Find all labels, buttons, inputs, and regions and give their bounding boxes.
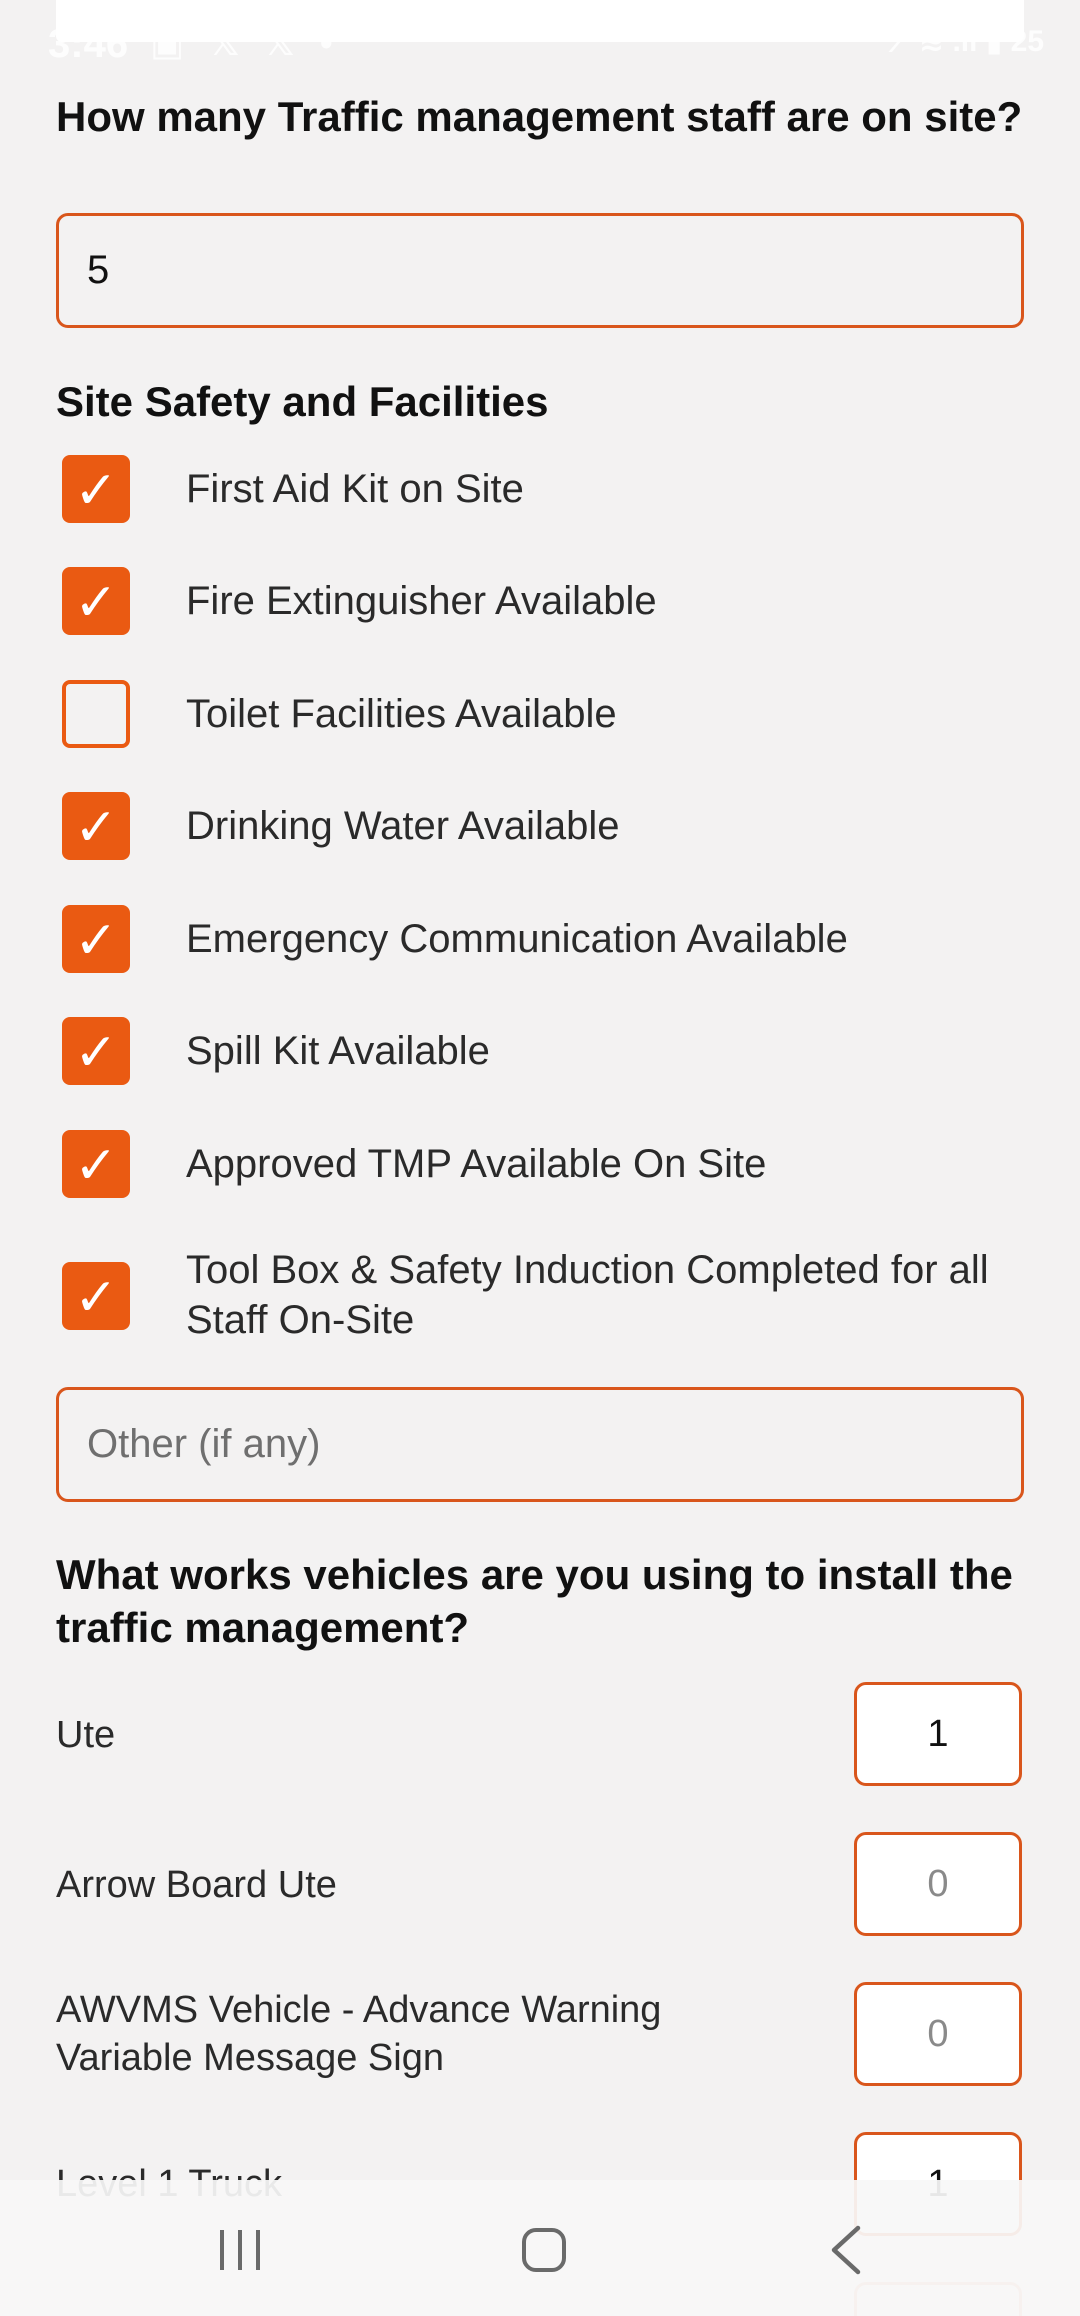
section-title: Site Safety and Facilities: [56, 378, 549, 425]
checkbox-checked[interactable]: ✓: [62, 792, 130, 860]
checklist-item-fire-extinguisher[interactable]: ✓ Fire Extinguisher Available: [56, 561, 1024, 641]
notification-icons: ▣ 𝕏 𝕏 •: [150, 22, 341, 63]
back-button[interactable]: [806, 2210, 886, 2290]
recent-apps-icon: [220, 2230, 260, 2270]
check-mark-icon: ✓: [74, 462, 118, 520]
checklist-label: Tool Box & Safety Induction Completed fo…: [186, 1248, 989, 1342]
check-mark-icon: ✓: [74, 799, 118, 857]
staff-question: How many Traffic management staff are on…: [56, 93, 1023, 140]
staff-count-input[interactable]: 5: [56, 213, 1024, 328]
checklist-item-toolbox-induction[interactable]: ✓ Tool Box & Safety Induction Completed …: [56, 1248, 1024, 1358]
android-nav-bar: [0, 2180, 1080, 2316]
checklist-item-drinking-water[interactable]: ✓ Drinking Water Available: [56, 786, 1024, 866]
checkbox-unchecked[interactable]: [62, 680, 130, 748]
checklist-item-spill-kit[interactable]: ✓ Spill Kit Available: [56, 1011, 1024, 1091]
checkbox-checked[interactable]: ✓: [62, 455, 130, 523]
vehicle-label: AWVMS Vehicle - Advance Warning Variable…: [56, 1989, 662, 2079]
checkbox-checked[interactable]: ✓: [62, 567, 130, 635]
vehicle-qty-input[interactable]: 1: [854, 1682, 1022, 1786]
check-mark-icon: ✓: [74, 1024, 118, 1082]
home-button[interactable]: [504, 2210, 584, 2290]
home-icon: [522, 2228, 566, 2272]
checklist-label: First Aid Kit on Site: [186, 467, 524, 511]
vehicle-label: Arrow Board Ute: [56, 1864, 337, 1906]
vehicle-qty-input[interactable]: 0: [854, 1982, 1022, 2086]
vehicle-qty-input[interactable]: 0: [854, 1832, 1022, 1936]
checklist-label: Fire Extinguisher Available: [186, 579, 657, 623]
status-time: 3:46: [48, 22, 129, 66]
check-mark-icon: ✓: [74, 912, 118, 970]
vehicle-label: Ute: [56, 1714, 116, 1756]
vehicles-question: What works vehicles are you using to ins…: [56, 1551, 1013, 1651]
checklist-item-toilet[interactable]: Toilet Facilities Available: [56, 674, 1024, 754]
checkbox-checked[interactable]: ✓: [62, 1130, 130, 1198]
checkbox-checked[interactable]: ✓: [62, 1262, 130, 1330]
checklist-label: Spill Kit Available: [186, 1029, 490, 1073]
checklist-item-emergency-comms[interactable]: ✓ Emergency Communication Available: [56, 899, 1024, 979]
check-mark-icon: ✓: [74, 1137, 118, 1195]
checklist-item-first-aid[interactable]: ✓ First Aid Kit on Site: [56, 449, 1024, 529]
checklist-item-approved-tmp[interactable]: ✓ Approved TMP Available On Site: [56, 1124, 1024, 1204]
checklist-label: Toilet Facilities Available: [186, 692, 617, 736]
other-input[interactable]: Other (if any): [56, 1387, 1024, 1502]
checklist-label: Emergency Communication Available: [186, 917, 848, 961]
check-mark-icon: ✓: [74, 574, 118, 632]
system-icons: ⟋ ≋ .ıl ▮ 25: [889, 25, 1044, 58]
checklist-label: Approved TMP Available On Site: [186, 1142, 767, 1186]
status-bar: 3:46 ▣ 𝕏 𝕏 • ⟋ ≋ .ıl ▮ 25: [0, 0, 1080, 90]
recent-apps-button[interactable]: [200, 2210, 280, 2290]
checkbox-checked[interactable]: ✓: [62, 905, 130, 973]
back-icon: [831, 2225, 861, 2275]
check-mark-icon: ✓: [74, 1269, 118, 1327]
checklist-label: Drinking Water Available: [186, 804, 620, 848]
checkbox-checked[interactable]: ✓: [62, 1017, 130, 1085]
